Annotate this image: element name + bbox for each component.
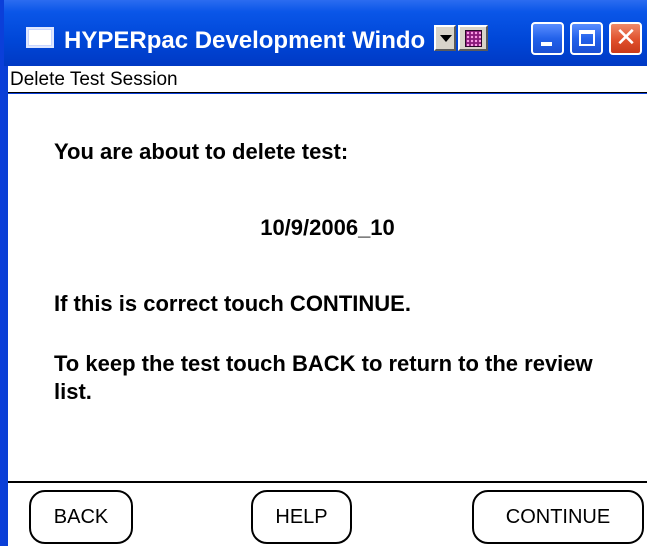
keep-instruction-text: To keep the test touch BACK to return to…	[54, 351, 593, 404]
title-bar[interactable]: HYPERpac Development Windo ✕	[4, 0, 647, 66]
close-button[interactable]: ✕	[609, 22, 642, 55]
window-app-icon	[26, 27, 54, 48]
confirm-instruction-text: If this is correct touch CONTINUE.	[54, 291, 411, 316]
input-method-dropdown-button[interactable]	[434, 25, 456, 51]
message-panel: You are about to delete test: 10/9/2006_…	[8, 94, 647, 481]
maximize-icon	[579, 30, 595, 46]
window-title: HYPERpac Development Windo	[64, 27, 426, 54]
screen-title-bar: Delete Test Session	[8, 66, 647, 93]
continue-button[interactable]: CONTINUE	[472, 490, 644, 544]
minimize-button[interactable]	[531, 22, 564, 55]
button-bar: BACK HELP CONTINUE	[8, 481, 647, 546]
keyboard-button[interactable]	[458, 25, 488, 51]
test-id-text: 10/9/2006_10	[260, 215, 395, 240]
minimize-icon	[541, 42, 552, 46]
app-window: HYPERpac Development Windo ✕ Delete Test…	[0, 0, 647, 546]
screen-title: Delete Test Session	[10, 69, 178, 90]
maximize-button[interactable]	[570, 22, 603, 55]
back-button[interactable]: BACK	[29, 490, 133, 544]
close-icon: ✕	[615, 23, 637, 53]
keyboard-icon	[465, 30, 482, 47]
help-button[interactable]: HELP	[251, 490, 352, 544]
chevron-down-icon	[440, 35, 452, 42]
intro-text: You are about to delete test:	[54, 139, 349, 164]
